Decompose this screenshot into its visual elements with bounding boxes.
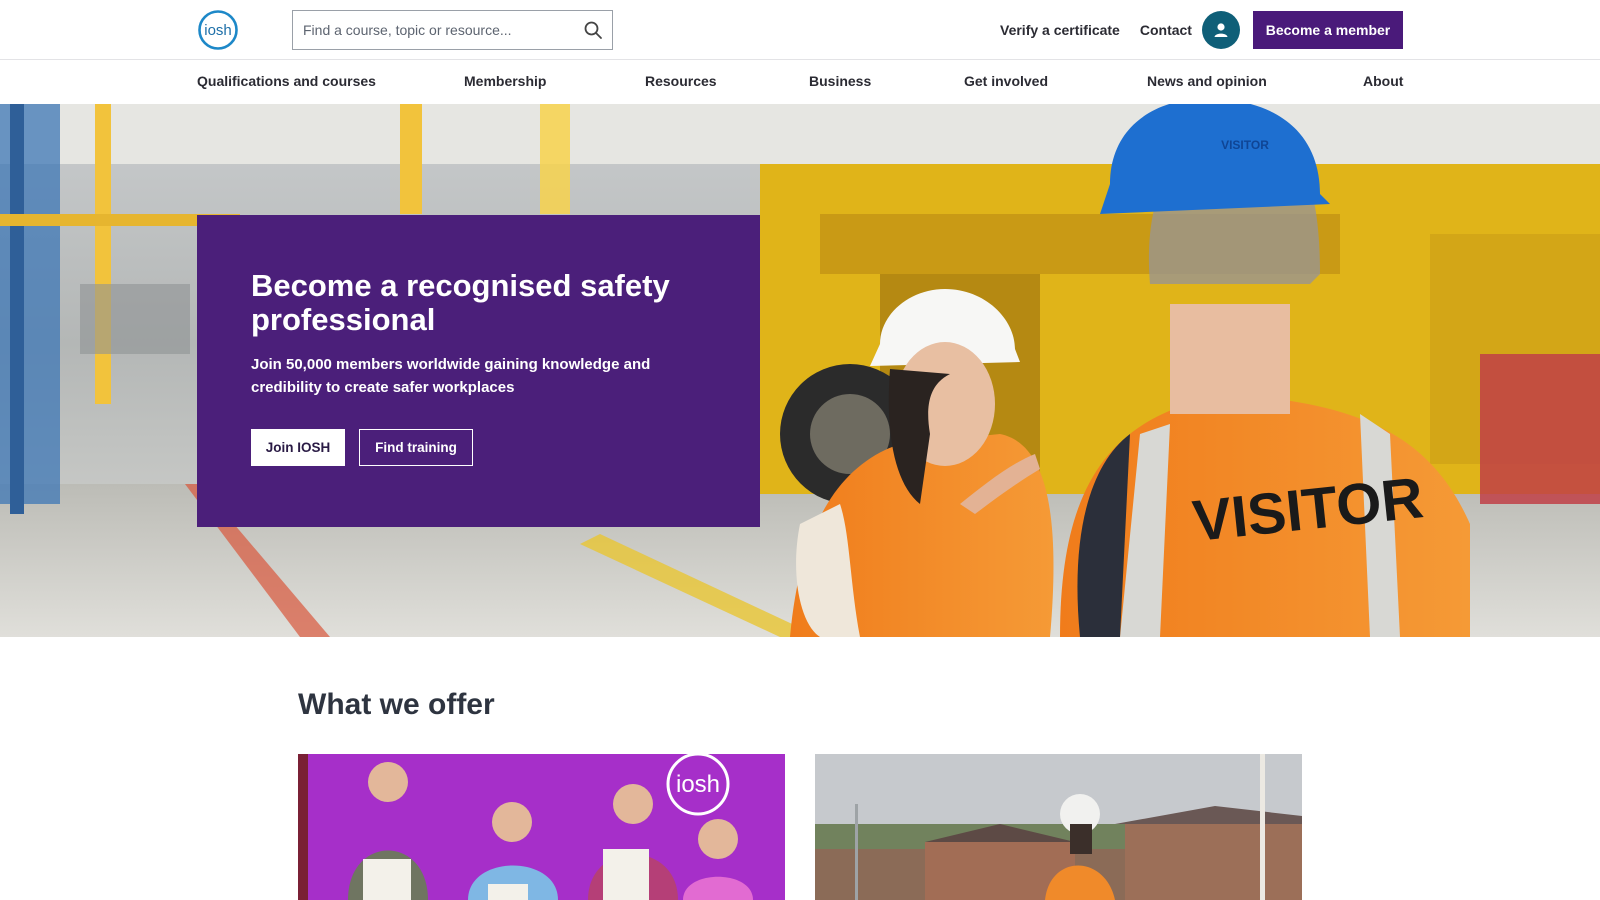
account-button[interactable] [1202,11,1240,49]
top-bar: iosh Verify a certificate Contact Become… [0,0,1600,60]
join-iosh-button[interactable]: Join IOSH [251,429,345,466]
iosh-logo[interactable]: iosh [197,10,239,50]
search-icon [584,21,602,39]
find-training-button[interactable]: Find training [359,429,473,466]
search-input[interactable] [303,11,573,48]
nav-news-opinion[interactable]: News and opinion [1147,73,1267,89]
hero-section: VISITOR VISITOR Become a recognised safe… [0,104,1600,637]
become-member-button[interactable]: Become a member [1253,11,1403,49]
offer-section-title: What we offer [298,688,495,721]
railway-photo [815,754,1302,900]
helmet-text: VISITOR [1221,138,1269,152]
nav-resources[interactable]: Resources [645,73,717,89]
logo-text: iosh [204,22,232,39]
offer-card-training[interactable] [815,754,1302,900]
search-button[interactable] [582,19,604,41]
search-box [292,10,613,50]
nav-membership[interactable]: Membership [464,73,546,89]
hero-description: Join 50,000 members worldwide gaining kn… [251,356,651,396]
contact-link[interactable]: Contact [1140,22,1192,38]
nav-get-involved[interactable]: Get involved [964,73,1048,89]
hero-title: Become a recognised safety professional [251,268,670,337]
offer-card-members[interactable]: iosh [298,754,785,900]
verify-certificate-link[interactable]: Verify a certificate [1000,22,1120,38]
nav-about[interactable]: About [1363,73,1403,89]
members-photo: iosh [298,754,785,900]
hero-card: Become a recognised safety professional … [197,215,760,527]
nav-business[interactable]: Business [809,73,871,89]
nav-qualifications[interactable]: Qualifications and courses [197,73,376,89]
utility-links: Verify a certificate Contact [1000,0,1212,60]
user-icon [1214,23,1228,37]
hero-buttons: Join IOSH Find training [251,429,473,466]
main-nav: Qualifications and courses Membership Re… [0,60,1600,104]
banner-logo-text: iosh [676,771,720,798]
